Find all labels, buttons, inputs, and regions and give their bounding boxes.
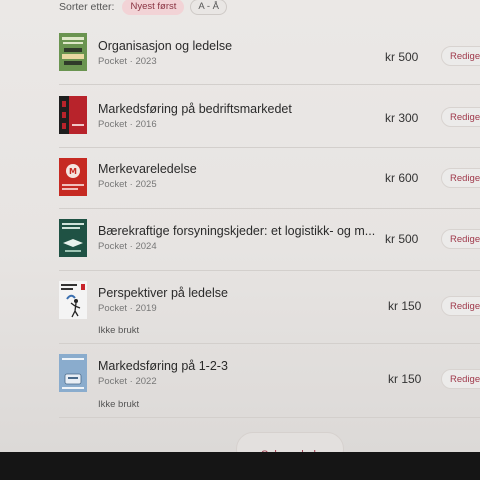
book-title: Markedsføring på 1-2-3	[98, 359, 228, 373]
book-price: kr 150	[388, 299, 422, 313]
book-price: kr 500	[385, 232, 419, 246]
sort-label: Sorter etter:	[59, 1, 115, 13]
book-cover	[59, 219, 87, 257]
edit-button[interactable]: Rediger	[441, 296, 480, 316]
book-item[interactable]: M Merkevareledelse Pocket · 2025 kr 600 …	[59, 148, 480, 209]
sort-bar: Sorter etter: Nyest først A - Å	[59, 0, 233, 15]
book-cover	[59, 33, 87, 71]
book-item[interactable]: Perspektiver på ledelse Pocket · 2019 Ik…	[59, 271, 480, 344]
book-title: Merkevareledelse	[98, 162, 197, 176]
book-price: kr 500	[385, 50, 419, 64]
edit-button[interactable]: Rediger	[441, 107, 480, 127]
book-item[interactable]: Bærekraftige forsyningskjeder: et logist…	[59, 209, 480, 271]
book-item[interactable]: Organisasjon og ledelse Pocket · 2023 kr…	[59, 28, 480, 85]
condition-label: Ikke brukt	[98, 325, 140, 336]
sell-book-button[interactable]: Selg en bok	[236, 432, 344, 452]
book-meta: Pocket · 2016	[98, 119, 157, 130]
screen: Sorter etter: Nyest først A - Å Organisa…	[0, 0, 480, 452]
book-cover	[59, 96, 87, 134]
book-title: Bærekraftige forsyningskjeder: et logist…	[98, 224, 376, 238]
book-price: kr 150	[388, 372, 422, 386]
book-list: Organisasjon og ledelse Pocket · 2023 kr…	[59, 28, 480, 418]
book-meta: Pocket · 2025	[98, 179, 157, 190]
condition-label: Ikke brukt	[98, 399, 140, 410]
device-bezel	[0, 452, 480, 480]
sort-alphabetical-chip[interactable]: A - Å	[190, 0, 227, 15]
book-meta: Pocket · 2024	[98, 241, 157, 252]
book-item[interactable]: Markedsføring på 1-2-3 Pocket · 2022 Ikk…	[59, 344, 480, 418]
book-cover	[59, 354, 87, 392]
book-title: Markedsføring på bedriftsmarkedet	[98, 102, 292, 116]
sort-newest-chip[interactable]: Nyest først	[122, 0, 185, 15]
book-item[interactable]: Markedsføring på bedriftsmarkedet Pocket…	[59, 85, 480, 148]
book-meta: Pocket · 2022	[98, 376, 157, 387]
book-cover	[59, 281, 87, 319]
book-title: Organisasjon og ledelse	[98, 39, 233, 53]
book-price: kr 300	[385, 111, 419, 125]
book-meta: Pocket · 2019	[98, 303, 157, 314]
edit-button[interactable]: Rediger	[441, 168, 480, 188]
book-title: Perspektiver på ledelse	[98, 286, 228, 300]
edit-button[interactable]: Rediger	[441, 46, 480, 66]
book-cover: M	[59, 158, 87, 196]
book-price: kr 600	[385, 171, 419, 185]
edit-button[interactable]: Rediger	[441, 229, 480, 249]
edit-button[interactable]: Rediger	[441, 369, 480, 389]
svg-text:M: M	[69, 167, 77, 176]
book-meta: Pocket · 2023	[98, 56, 157, 67]
